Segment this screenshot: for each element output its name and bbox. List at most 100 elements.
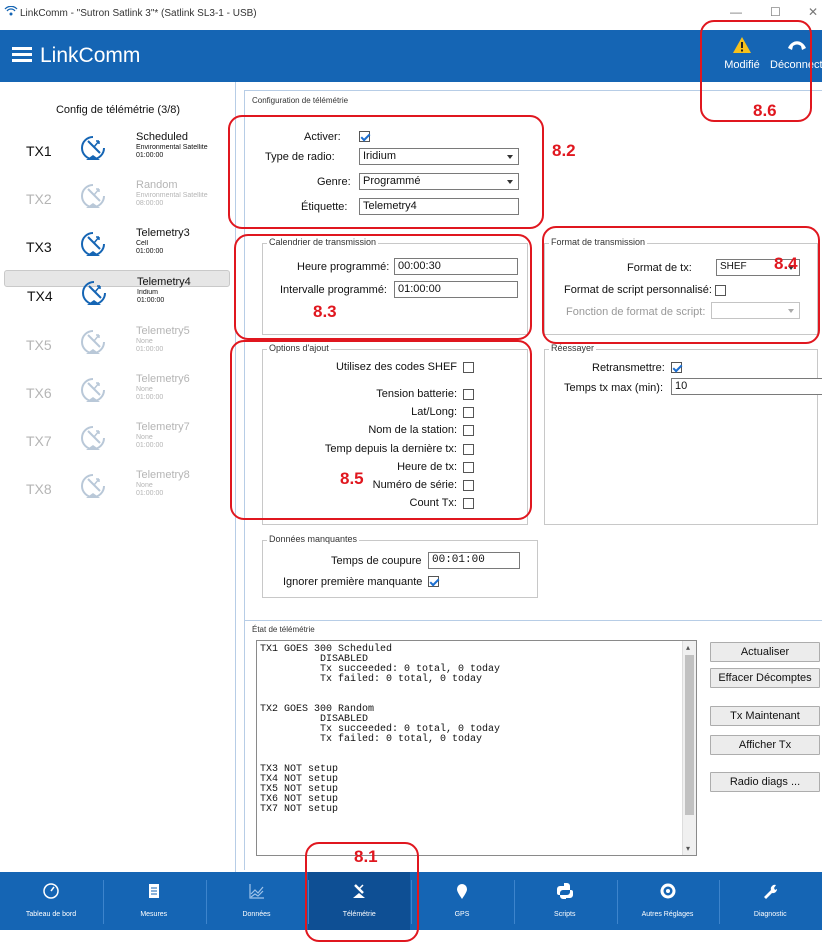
annotation-box-8-2 (228, 115, 544, 229)
scroll-up-icon[interactable]: ▴ (686, 643, 690, 652)
tx-interval: 01:00:00 (136, 394, 164, 401)
nav-separator (102, 880, 104, 924)
satellite-dish-icon (80, 183, 106, 211)
satellite-dish-icon (80, 231, 106, 259)
annotation-label-8-6: 8.6 (753, 101, 777, 120)
tx-radio: None (136, 482, 153, 489)
annotation-box-8-3 (234, 234, 532, 340)
maximize-button[interactable]: ☐ (770, 5, 781, 19)
tx-name: Random (136, 179, 178, 191)
sidebar-item-tx1[interactable]: TX1 Scheduled Environmental Satellite 01:… (0, 126, 236, 172)
tx-id: TX6 (26, 385, 52, 401)
tx-details: None 01:00:00 (136, 434, 234, 450)
satellite-dish-icon (80, 135, 106, 163)
nav-location-pin[interactable]: GPS (411, 872, 513, 930)
window-title: LinkComm - "Sutron Satlink 3"* (Satlink … (20, 8, 257, 19)
nav-chart[interactable]: Données (206, 872, 308, 930)
show-tx-button[interactable]: Afficher Tx (710, 735, 820, 755)
tx-details: Iridium 01:00:00 (137, 289, 235, 305)
nav-wrench[interactable]: Diagnostic (719, 872, 821, 930)
tx-name: Scheduled (136, 131, 188, 143)
status-textbox[interactable]: TX1 GOES 300 Scheduled DISABLED Tx succe… (256, 640, 697, 856)
annotation-label-8-1: 8.1 (354, 847, 378, 866)
tx-interval: 01:00:00 (136, 152, 164, 159)
sidebar-title: Config de télémétrie (3/8) (55, 104, 181, 116)
tx-name: Telemetry7 (136, 421, 190, 433)
satellite-dish-icon (80, 473, 106, 501)
annotation-box-8-5 (230, 340, 532, 520)
annotation-label-8-2: 8.2 (552, 141, 576, 160)
clear-counts-button[interactable]: Effacer Décomptes (710, 668, 820, 688)
nav-label: Autres Réglages (641, 911, 694, 918)
tx-interval: 01:00:00 (137, 297, 165, 304)
tx-radio: Environmental Satellite (136, 192, 208, 199)
nav-label: Scripts (554, 911, 576, 918)
sidebar-item-tx7[interactable]: TX7 Telemetry7 None 01:00:00 (0, 416, 236, 462)
signal-icon (4, 6, 18, 16)
tx-name: Telemetry8 (136, 469, 190, 481)
tx-now-button[interactable]: Tx Maintenant (710, 706, 820, 726)
tx-id: TX8 (26, 481, 52, 497)
annotation-label-8-5: 8.5 (340, 469, 364, 488)
refresh-button[interactable]: Actualiser (710, 642, 820, 662)
tx-interval: 01:00:00 (136, 346, 164, 353)
tx-interval: 01:00:00 (136, 490, 164, 497)
satellite-dish-icon (80, 425, 106, 453)
app-header: LinkComm Modifié Déconnecter (0, 30, 822, 82)
close-button[interactable]: ✕ (808, 5, 818, 19)
missing-data-title: Données manquantes (267, 534, 360, 544)
tx-interval: 08:00:00 (136, 200, 164, 207)
nav-label: Mesures (140, 911, 168, 918)
scrollbar-thumb[interactable] (685, 655, 694, 815)
annotation-label-8-4: 8.4 (774, 254, 798, 273)
config-section-title: Configuration de télémétrie (250, 96, 351, 105)
nav-separator (205, 880, 207, 924)
tx-id: TX4 (27, 288, 53, 304)
tx-id: TX1 (26, 143, 52, 159)
ignore-first-label: Ignorer première manquante (283, 576, 423, 588)
tx-details: Environmental Satellite 01:00:00 (136, 144, 234, 160)
tx-id: TX3 (26, 239, 52, 255)
sidebar-item-tx8[interactable]: TX8 Telemetry8 None 01:00:00 (0, 464, 236, 510)
status-scrollbar[interactable]: ▴ ▾ (682, 641, 696, 855)
sidebar-item-tx6[interactable]: TX6 Telemetry6 None 01:00:00 (0, 368, 236, 414)
nav-dashboard[interactable]: Tableau de bord (0, 872, 102, 930)
retry-title: Réessayer (549, 343, 597, 353)
tx-details: None 01:00:00 (136, 482, 234, 498)
scroll-down-icon[interactable]: ▾ (686, 844, 690, 853)
tx-id: TX5 (26, 337, 52, 353)
tx-name: Telemetry3 (136, 227, 190, 239)
max-time-input[interactable]: 10 (671, 378, 822, 395)
nav-separator (719, 880, 721, 924)
nav-python[interactable]: Scripts (514, 872, 616, 930)
max-time-label: Temps tx max (min): (564, 382, 664, 394)
minimize-button[interactable]: — (730, 5, 742, 19)
tx-radio: Environmental Satellite (136, 144, 208, 151)
satellite-dish-icon (80, 377, 106, 405)
tx-radio: None (136, 338, 153, 345)
retransmit-label: Retransmettre: (592, 362, 665, 374)
status-title: État de télémétrie (250, 625, 317, 634)
radio-diags-button[interactable]: Radio diags ... (710, 772, 820, 792)
nav-gear[interactable]: Autres Réglages (617, 872, 719, 930)
tx-details: None 01:00:00 (136, 338, 234, 354)
sidebar-item-tx3[interactable]: TX3 Telemetry3 Cell 01:00:00 (0, 222, 236, 268)
hamburger-menu-icon[interactable] (12, 47, 32, 63)
tx-radio: None (136, 434, 153, 441)
tx-details: Environmental Satellite 08:00:00 (136, 192, 234, 208)
sidebar-item-tx5[interactable]: TX5 Telemetry5 None 01:00:00 (0, 320, 236, 366)
tx-interval: 01:00:00 (136, 442, 164, 449)
nav-document[interactable]: Mesures (103, 872, 205, 930)
annotation-label-8-3: 8.3 (313, 302, 337, 321)
tx-name: Telemetry5 (136, 325, 190, 337)
retransmit-checkbox[interactable] (671, 362, 682, 373)
ignore-first-checkbox[interactable] (428, 576, 439, 587)
tx-name: Telemetry4 (137, 276, 191, 288)
sidebar-item-tx4[interactable]: TX4 Telemetry4 Iridium 01:00:00 (4, 270, 230, 305)
nav-label: Diagnostic (753, 911, 787, 918)
tx-radio: Cell (136, 240, 149, 247)
nav-label: Données (242, 911, 271, 918)
sidebar-item-tx2[interactable]: TX2 Random Environmental Satellite 08:00:… (0, 174, 236, 220)
satellite-dish-icon (81, 280, 107, 308)
cutoff-input[interactable]: 00:01:00 (428, 552, 520, 569)
